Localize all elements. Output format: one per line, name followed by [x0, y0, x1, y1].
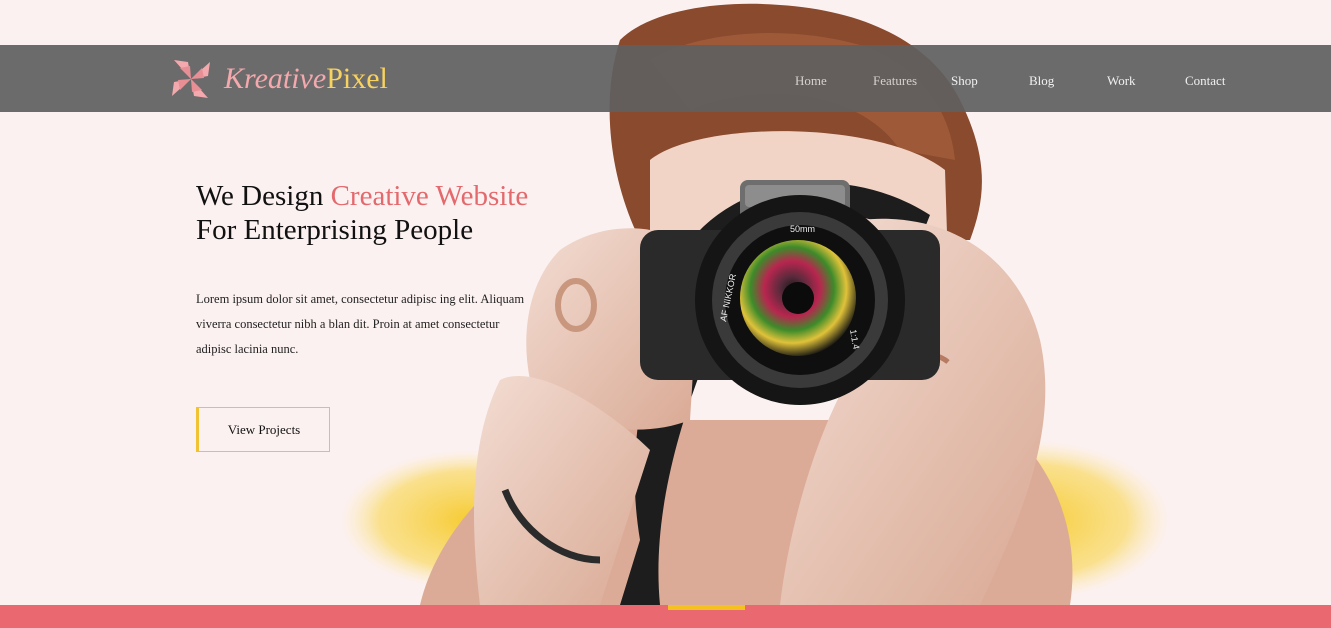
nav-item-blog[interactable]: Blog [1029, 73, 1054, 89]
brand-logo[interactable]: KreativePixel [168, 54, 388, 104]
nav-item-shop[interactable]: Shop [951, 73, 978, 89]
headline-line2: For Enterprising People [196, 214, 474, 246]
slider-indicator[interactable] [668, 605, 745, 610]
headline-line1-start: We Design [196, 180, 331, 212]
view-projects-button[interactable]: View Projects [196, 407, 330, 452]
pinwheel-logo-icon [172, 60, 210, 98]
nav-item-contact[interactable]: Contact [1185, 73, 1225, 89]
lens-focal-text: 50mm [790, 224, 815, 234]
top-navbar: KreativePixel Home Features Shop Blog Wo… [0, 45, 1331, 112]
brand-name-part1: Kreative [224, 62, 327, 95]
brand-name-part2: Pixel [326, 62, 388, 95]
nav-item-features[interactable]: Features [873, 73, 917, 89]
nav-item-work[interactable]: Work [1107, 73, 1136, 89]
brand-name: KreativePixel [224, 64, 388, 94]
nav-item-home[interactable]: Home [795, 73, 827, 89]
hero-headline: We Design Creative Website For Enterpris… [196, 179, 528, 247]
footer-bar [0, 605, 1331, 628]
hero-description: Lorem ipsum dolor sit amet, consectetur … [196, 292, 525, 356]
headline-accent: Creative Website [330, 180, 529, 212]
